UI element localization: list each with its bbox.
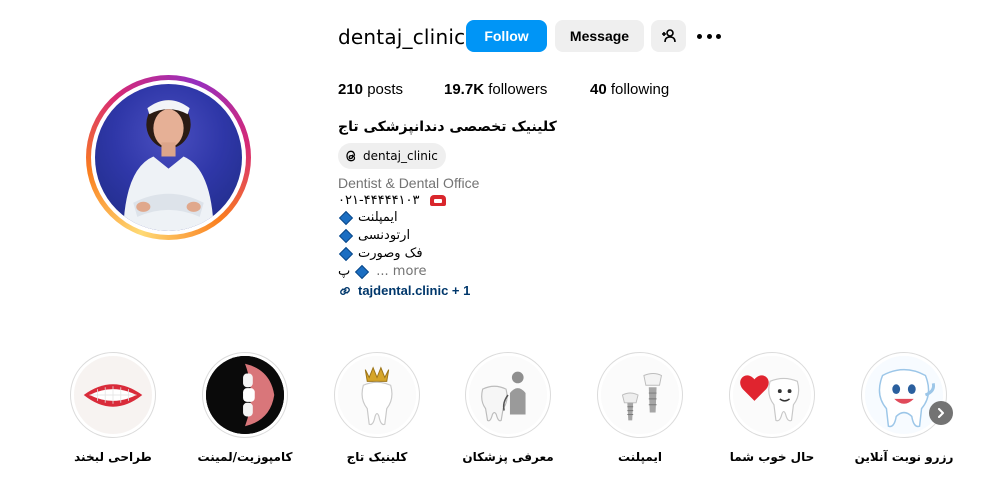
blue-diamond-icon [338,246,354,261]
posts-label: posts [367,81,404,98]
dot-icon [716,33,721,39]
bio-line: ایمپلنت [338,210,398,225]
highlights-next-button[interactable] [929,401,953,425]
add-user-icon [661,29,676,43]
highlight-image [733,356,811,434]
highlight-label: ایمپلنت [617,450,663,464]
highlight-image [601,356,679,434]
threads-handle: dentaj_clinic [363,149,438,163]
message-button[interactable]: Message [555,20,644,52]
highlight-image [469,356,547,434]
profile-category: Dentist & Dental Office [338,175,480,191]
profile-avatar[interactable] [95,84,242,231]
followers-label: followers [488,81,548,98]
suggest-user-button[interactable] [651,20,686,52]
more-options-button[interactable] [697,26,721,46]
highlight-item[interactable]: کلینیک تاج [322,352,432,464]
highlight-item[interactable]: معرفی پزشکان [453,352,563,464]
external-link-text: tajdental.clinic + 1 [358,283,471,298]
blue-diamond-icon [338,210,354,225]
highlight-image [865,356,943,434]
followers-link[interactable]: 19.7K followers [444,81,547,98]
blue-diamond-icon [338,228,354,243]
tooth-doctor-icon [469,356,547,434]
profile-avatar-frame [91,80,246,235]
laminate-teeth-icon [206,356,284,434]
highlight-item[interactable]: طراحی لبخند [58,352,168,464]
bio-more-link[interactable]: ... more [376,264,426,279]
bio-line-text: ایمپلنت [358,210,398,225]
blue-diamond-icon [355,264,370,279]
implant-icon [601,356,679,434]
bio-line-text: ارتودنسی [358,228,411,243]
highlight-cover [861,352,947,438]
chevron-right-icon [938,408,944,418]
bio-line-text: فک وصورت [358,246,423,261]
highlight-label: کلینیک تاج [346,450,408,464]
highlight-label: معرفی پزشکان [462,450,554,464]
tooth-heart-icon [733,356,811,434]
bio-line: پ ... more [338,264,426,279]
highlight-label: رزرو نوبت آنلاین [854,450,954,464]
highlight-item[interactable]: ایمپلنت [585,352,695,464]
highlight-label: کامپوزیت/لمینت [197,450,293,464]
highlight-image [206,356,284,434]
follow-button[interactable]: Follow [466,20,547,52]
following-link[interactable]: 40 following [590,81,669,98]
highlight-label: طراحی لبخند [74,450,152,464]
profile-full-name: کلینیک تخصصی دندانپزشکی تاج [338,119,557,135]
posts-count: 210 posts [338,81,403,98]
following-number: 40 [590,81,607,98]
highlight-item[interactable]: کامپوزیت/لمینت [190,352,300,464]
posts-number: 210 [338,81,364,98]
bio-line: فک وصورت [338,246,423,261]
highlight-label: حال خوب شما [729,450,815,464]
highlight-image [74,356,152,434]
profile-username: dentaj_clinic [338,25,466,49]
followers-number: 19.7K [444,81,485,98]
highlight-cover [70,352,156,438]
threads-icon [346,150,356,162]
bio-line: ارتودنسی [338,228,410,243]
highlight-cover [202,352,288,438]
highlight-image [338,356,416,434]
happy-tooth-icon [865,356,943,434]
highlight-cover [597,352,683,438]
dot-icon [697,33,702,39]
highlight-cover [334,352,420,438]
external-link[interactable]: tajdental.clinic + 1 [338,283,470,298]
smile-lips-icon [74,356,152,434]
bio-phone-line: ۰۲۱-۴۴۴۴۴۱۰۳ [338,193,446,208]
telephone-icon [429,195,446,206]
highlight-item[interactable]: حال خوب شما [717,352,827,464]
link-icon [340,286,350,295]
bio-phone-number: ۰۲۱-۴۴۴۴۴۱۰۳ [338,193,420,208]
bio-line-text: پ [338,264,351,279]
dot-icon [706,33,712,39]
following-label: following [610,81,670,98]
profile-avatar-ring[interactable] [86,75,251,240]
highlight-cover [465,352,551,438]
highlight-cover [729,352,815,438]
tooth-crown-icon [338,356,416,434]
avatar-photo-icon [123,100,214,231]
threads-badge[interactable]: dentaj_clinic [338,143,446,169]
